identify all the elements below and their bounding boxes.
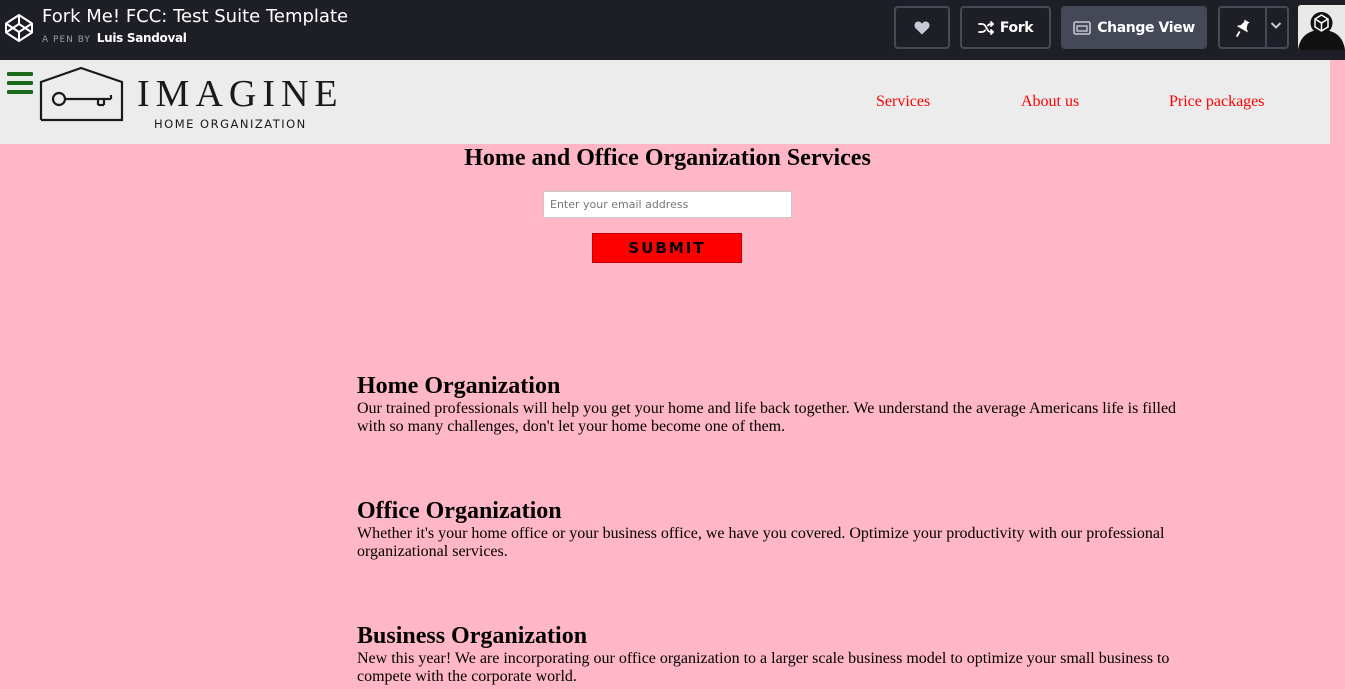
codepen-top-bar: Fork Me! FCC: Test Suite Template A PEN … [0,0,1345,60]
section-heading: Home Organization [357,373,561,399]
section-office-organization: Office Organization Whether it's your ho… [357,498,1187,561]
section-heading: Business Organization [357,623,588,649]
pen-by-label: A PEN BY [42,35,91,45]
pin-button[interactable] [1218,6,1289,49]
fork-button[interactable]: Fork [960,6,1051,49]
nav-link-about-us[interactable]: About us [1021,93,1079,111]
change-view-label: Change View [1097,19,1195,36]
house-key-icon [39,66,124,122]
change-view-button[interactable]: Change View [1061,6,1207,49]
avatar-icon [1298,5,1345,50]
section-text: Whether it's your home office or your bu… [357,525,1165,560]
pen-author-line: A PEN BY Luis Sandoval [42,31,187,45]
user-avatar[interactable] [1298,5,1345,50]
site-header: IMAGINE HOME ORGANIZATION Services About… [0,60,1330,144]
section-heading: Office Organization [357,498,562,524]
nav-link-services[interactable]: Services [876,93,930,111]
site-logo[interactable]: IMAGINE HOME ORGANIZATION [39,66,338,131]
codepen-logo-icon[interactable] [3,12,35,44]
change-view-icon [1073,20,1092,35]
logo-wordmark: IMAGINE [137,73,344,115]
heart-icon [914,21,930,35]
section-home-organization: Home Organization Our trained profession… [357,373,1187,436]
hamburger-bar [7,81,33,85]
pen-author-link[interactable]: Luis Sandoval [97,31,187,45]
section-text: New this year! We are incorporating our … [357,650,1170,685]
hamburger-icon[interactable] [7,72,33,96]
fork-icon [977,20,994,35]
pen-title[interactable]: Fork Me! FCC: Test Suite Template [42,6,348,28]
heart-button[interactable] [894,6,950,49]
pin-divider [1265,8,1267,47]
submit-button[interactable]: SUBMIT [592,233,742,263]
nav-link-price-packages[interactable]: Price packages [1169,93,1265,111]
logo-tagline: HOME ORGANIZATION [154,117,307,131]
section-business-organization: Business Organization New this year! We … [357,623,1187,686]
section-text: Our trained professionals will help you … [357,400,1177,435]
fork-label: Fork [999,19,1034,36]
pin-icon [1235,19,1250,37]
hamburger-bar [7,72,33,76]
hero-title: Home and Office Organization Services [464,145,871,171]
chevron-down-icon[interactable] [1270,20,1282,30]
email-input[interactable] [543,191,792,218]
hamburger-bar [7,90,33,94]
